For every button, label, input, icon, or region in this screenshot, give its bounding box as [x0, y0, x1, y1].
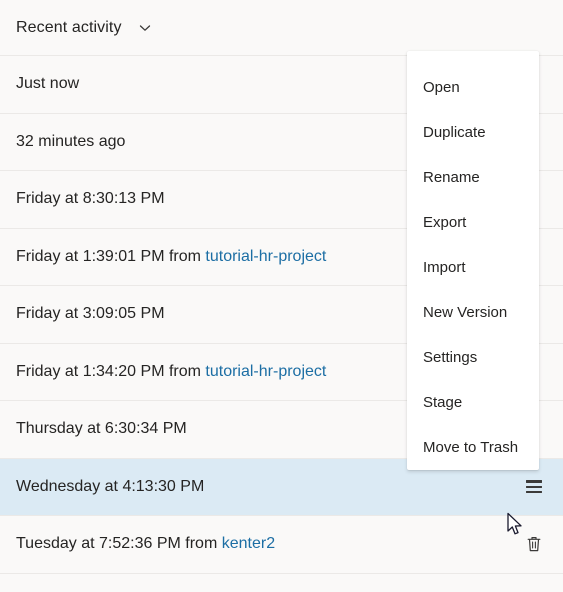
hamburger-menu-icon[interactable]: [521, 474, 547, 500]
activity-row-timestamp: Friday at 1:39:01 PM from: [16, 247, 206, 265]
context-menu-item-move-to-trash[interactable]: Move to Trash: [407, 425, 539, 470]
activity-row-timestamp: Just now: [16, 75, 80, 93]
chevron-down-icon[interactable]: [138, 21, 152, 35]
activity-row-timestamp: 32 minutes ago: [16, 132, 126, 150]
context-menu[interactable]: Open Duplicate Rename Export Import New Versi…: [407, 51, 539, 470]
trash-icon[interactable]: [521, 531, 547, 557]
context-menu-item-rename[interactable]: Rename: [407, 155, 539, 200]
context-menu-item-open[interactable]: Open: [407, 65, 539, 110]
context-menu-item-import[interactable]: Import: [407, 245, 539, 290]
context-menu-item-new-version[interactable]: New Version: [407, 290, 539, 335]
activity-row-source-link[interactable]: kenter2: [222, 535, 275, 552]
activity-row[interactable]: Tuesday at 7:52:36 PM from kenter2: [0, 516, 563, 574]
activity-row-timestamp: Friday at 1:34:20 PM from: [16, 362, 206, 380]
activity-row-timestamp: Tuesday at 7:52:36 PM from: [16, 535, 222, 553]
context-menu-item-duplicate[interactable]: Duplicate: [407, 110, 539, 155]
context-menu-item-stage[interactable]: Stage: [407, 380, 539, 425]
activity-header[interactable]: Recent activity: [0, 0, 563, 56]
activity-row-timestamp: Friday at 3:09:05 PM: [16, 305, 165, 323]
context-menu-item-settings[interactable]: Settings: [407, 335, 539, 380]
activity-row-source-link[interactable]: tutorial-hr-project: [205, 363, 326, 380]
activity-row-source-link[interactable]: tutorial-hr-project: [205, 248, 326, 265]
page-title: Recent activity: [16, 18, 122, 36]
activity-row-text: Wednesday at 4:13:30 PM: [16, 478, 521, 496]
activity-row-timestamp: Friday at 8:30:13 PM: [16, 190, 165, 208]
activity-row-text: Tuesday at 7:52:36 PM from kenter2: [16, 535, 521, 553]
activity-row-timestamp: Thursday at 6:30:34 PM: [16, 420, 187, 438]
activity-row-timestamp: Wednesday at 4:13:30 PM: [16, 477, 205, 495]
context-menu-item-export[interactable]: Export: [407, 200, 539, 245]
